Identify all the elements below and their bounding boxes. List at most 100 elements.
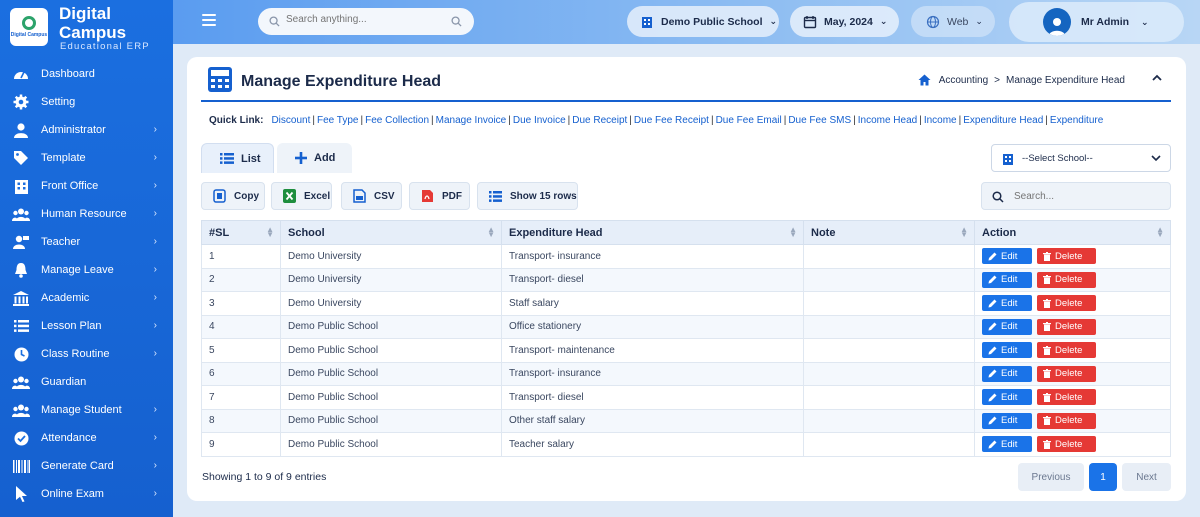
sidebar-item-label: Human Resource xyxy=(41,208,127,220)
quick-link-due-fee-email[interactable]: Due Fee Email xyxy=(716,115,782,126)
quick-link-separator: | xyxy=(783,115,787,126)
edit-button[interactable]: Edit xyxy=(982,342,1032,359)
sidebar-item-attendance[interactable]: Attendance › xyxy=(0,424,173,452)
edit-button[interactable]: Edit xyxy=(982,389,1032,406)
edit-button[interactable]: Edit xyxy=(982,365,1032,382)
user-icon xyxy=(12,122,30,138)
sidebar-item-class-routine[interactable]: Class Routine › xyxy=(0,340,173,368)
quick-link-due-invoice[interactable]: Due Invoice xyxy=(513,115,566,126)
column-header-school[interactable]: School ▲ ▼ xyxy=(280,220,502,245)
tab-list[interactable]: List xyxy=(201,143,274,173)
cell-sl: 2 xyxy=(201,267,281,292)
school-select[interactable]: --Select School-- xyxy=(991,144,1171,172)
next-button[interactable]: Next xyxy=(1122,463,1171,491)
breadcrumb-accounting[interactable]: Accounting xyxy=(939,75,988,86)
quick-link-separator: | xyxy=(958,115,962,126)
quick-link-due-fee-receipt[interactable]: Due Fee Receipt xyxy=(634,115,709,126)
quick-link-due-fee-sms[interactable]: Due Fee SMS xyxy=(788,115,851,126)
quick-link-manage-invoice[interactable]: Manage Invoice xyxy=(436,115,507,126)
edit-button[interactable]: Edit xyxy=(982,295,1032,312)
date-picker[interactable]: May, 2024 ⌄ xyxy=(790,6,899,37)
sidebar-item-setting[interactable]: Setting xyxy=(0,88,173,116)
quick-link-income[interactable]: Income xyxy=(924,115,957,126)
quick-link-income-head[interactable]: Income Head xyxy=(858,115,917,126)
delete-label: Delete xyxy=(1055,274,1083,286)
page-1-button[interactable]: 1 xyxy=(1089,463,1117,491)
pencil-icon xyxy=(988,322,997,331)
global-search-input[interactable] xyxy=(286,14,446,25)
cell-action: Edit Delete xyxy=(974,408,1171,433)
edit-button[interactable]: Edit xyxy=(982,318,1032,335)
home-icon[interactable] xyxy=(918,74,931,86)
header-label: #SL xyxy=(209,226,230,239)
sidebar-item-manage-student[interactable]: Manage Student › xyxy=(0,396,173,424)
copy-button[interactable]: Copy xyxy=(201,182,265,210)
delete-button[interactable]: Delete xyxy=(1037,412,1096,429)
table-search-input[interactable] xyxy=(1014,191,1154,202)
delete-button[interactable]: Delete xyxy=(1037,342,1096,359)
pencil-icon xyxy=(988,440,997,449)
sidebar-item-generate-card[interactable]: Generate Card › xyxy=(0,452,173,480)
search-icon xyxy=(269,16,280,27)
quick-link-discount[interactable]: Discount xyxy=(271,115,310,126)
excel-button[interactable]: Excel xyxy=(271,182,332,210)
edit-button[interactable]: Edit xyxy=(982,271,1032,288)
delete-button[interactable]: Delete xyxy=(1037,295,1096,312)
previous-button[interactable]: Previous xyxy=(1018,463,1084,491)
sort-icon: ▲ ▼ xyxy=(487,225,495,239)
cell-action: Edit Delete xyxy=(974,267,1171,292)
cell-school: Demo Public School xyxy=(280,408,502,433)
cell-expenditure-head: Transport- insurance xyxy=(501,244,804,269)
edit-button[interactable]: Edit xyxy=(982,248,1032,265)
pdf-label: PDF xyxy=(442,190,462,202)
edit-button[interactable]: Edit xyxy=(982,436,1032,453)
edit-button[interactable]: Edit xyxy=(982,412,1032,429)
sidebar-item-teacher[interactable]: Teacher › xyxy=(0,228,173,256)
user-name: Mr Admin xyxy=(1081,16,1130,28)
language-switcher[interactable]: Web ⌄ xyxy=(911,6,995,37)
sidebar-item-online-exam[interactable]: Online Exam › xyxy=(0,480,173,508)
delete-button[interactable]: Delete xyxy=(1037,318,1096,335)
brand-subtitle: Educational ERP xyxy=(60,41,150,52)
pdf-button[interactable]: PDF xyxy=(409,182,470,210)
quick-links: Quick Link: Discount | Fee Type | Fee Collect… xyxy=(209,115,1103,126)
sidebar-item-human-resource[interactable]: Human Resource › xyxy=(0,200,173,228)
delete-button[interactable]: Delete xyxy=(1037,271,1096,288)
show-rows-button[interactable]: Show 15 rows xyxy=(477,182,578,210)
sidebar-item-manage-leave[interactable]: Manage Leave › xyxy=(0,256,173,284)
sort-icon: ▲ ▼ xyxy=(266,225,274,239)
sidebar-item-template[interactable]: Template › xyxy=(0,144,173,172)
delete-button[interactable]: Delete xyxy=(1037,436,1096,453)
delete-button[interactable]: Delete xyxy=(1037,365,1096,382)
sidebar-item-lesson-plan[interactable]: Lesson Plan › xyxy=(0,312,173,340)
delete-button[interactable]: Delete xyxy=(1037,389,1096,406)
quick-link-fee-type[interactable]: Fee Type xyxy=(317,115,359,126)
brand[interactable]: Digital Campus Digital Campus Educationa… xyxy=(10,4,170,56)
school-switcher[interactable]: Demo Public School ⌄ xyxy=(627,6,779,37)
csv-button[interactable]: CSV xyxy=(341,182,402,210)
sidebar-item-dashboard[interactable]: Dashboard xyxy=(0,60,173,88)
sidebar-item-front-office[interactable]: Front Office › xyxy=(0,172,173,200)
quick-link-fee-collection[interactable]: Fee Collection xyxy=(365,115,429,126)
sidebar-item-label: Dashboard xyxy=(41,68,95,80)
calendar-icon xyxy=(803,15,817,28)
tab-add[interactable]: Add xyxy=(277,143,352,173)
column-header-action[interactable]: Action ▲ ▼ xyxy=(974,220,1171,245)
user-menu[interactable]: Mr Admin ⌄ xyxy=(1009,2,1184,42)
quick-link-due-receipt[interactable]: Due Receipt xyxy=(572,115,627,126)
global-search[interactable] xyxy=(258,8,474,35)
column-header-note[interactable]: Note ▲ ▼ xyxy=(803,220,975,245)
search-icon[interactable] xyxy=(451,16,462,27)
sidebar-item-label: Online Exam xyxy=(41,488,104,500)
delete-button[interactable]: Delete xyxy=(1037,248,1096,265)
collapse-chevron-icon[interactable] xyxy=(1151,71,1163,83)
table-search[interactable] xyxy=(981,182,1171,210)
sidebar-item-guardian[interactable]: Guardian xyxy=(0,368,173,396)
column-header-expenditure-head[interactable]: Expenditure Head ▲ ▼ xyxy=(501,220,804,245)
sidebar-item-academic[interactable]: Academic › xyxy=(0,284,173,312)
quick-link-expenditure-head[interactable]: Expenditure Head xyxy=(963,115,1043,126)
column-header-sl[interactable]: #SL ▲ ▼ xyxy=(201,220,281,245)
sidebar-item-administrator[interactable]: Administrator › xyxy=(0,116,173,144)
quick-link-expenditure[interactable]: Expenditure xyxy=(1050,115,1103,126)
hamburger-menu-icon[interactable] xyxy=(202,14,216,26)
